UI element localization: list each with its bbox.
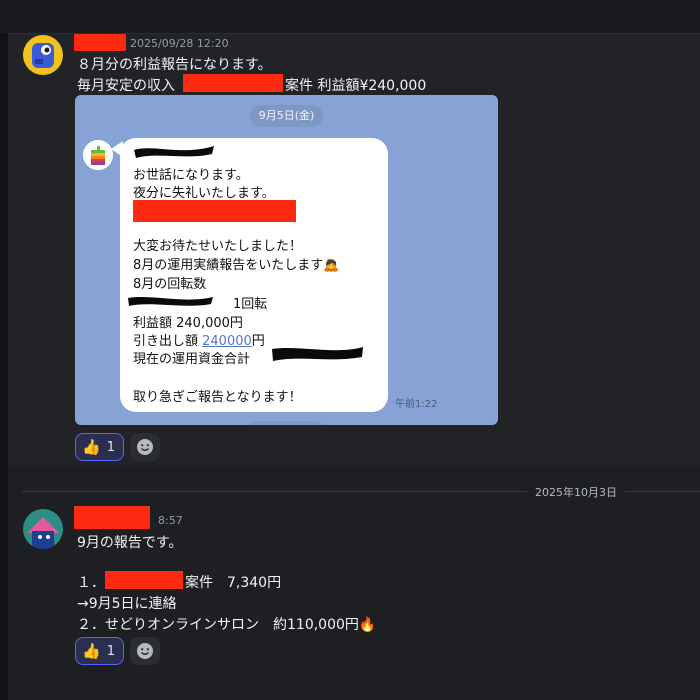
reaction-thumbs-up[interactable]: 👍 1 <box>75 433 124 461</box>
thumbs-up-icon: 👍 <box>82 438 101 456</box>
bubble-text: 大変お待たせいたしました！ <box>133 239 303 254</box>
bubble-time: 午前1:22 <box>395 399 438 410</box>
redacted-text <box>133 200 296 222</box>
redacted-username <box>74 506 150 529</box>
bubble-text-part: 円 <box>251 334 265 349</box>
message-timestamp: 2025/09/28 12:20 <box>130 37 229 50</box>
chat-date-pill-partial <box>250 421 323 425</box>
redacted-text <box>105 571 183 589</box>
bubble-text: 取り急ぎご報告となります！ <box>133 390 302 405</box>
bubble-text: 8月の運用実績報告をいたします🙇 <box>133 258 340 273</box>
chat-date-pill: 9月5日(金) <box>250 105 323 127</box>
message-text-line: １． <box>77 575 105 591</box>
user-avatar[interactable] <box>23 509 63 549</box>
user-avatar[interactable] <box>23 35 63 75</box>
add-reaction-button[interactable] <box>130 433 160 461</box>
message-text-line: 案件 利益額¥240,000 <box>285 78 427 94</box>
message-timestamp: 8:57 <box>158 514 183 527</box>
redacted-text <box>183 74 283 92</box>
message-text-line: ２．せどりオンラインサロン 約110,000円🔥 <box>77 617 377 633</box>
bubble-text: お世話になります。 <box>133 168 249 183</box>
redaction-scribble <box>134 146 214 158</box>
attached-image[interactable]: 9月5日(金) お世話になります。 夜分に失礼いたします。 大変お待たせいたしま… <box>75 95 498 425</box>
thumbs-up-icon: 👍 <box>82 642 101 660</box>
redaction-scribble <box>272 347 363 361</box>
bubble-text: 8月の回転数 <box>133 277 207 292</box>
message-text-line: →9月5日に連絡 <box>77 596 177 612</box>
reaction-count: 1 <box>106 643 115 659</box>
left-gutter <box>0 33 8 700</box>
bubble-text: 夜分に失礼いたします。 <box>133 186 275 201</box>
emoji-smile-icon <box>137 643 153 659</box>
date-divider-line <box>625 491 700 492</box>
bubble-text: 引き出し額 240000円 <box>133 330 265 349</box>
emoji-smile-icon <box>137 439 153 455</box>
message-text-line: ８月分の利益報告になります。 <box>77 57 272 73</box>
bubble-text: 現在の運用資金合計 <box>133 352 251 367</box>
add-reaction-button[interactable] <box>130 637 160 665</box>
redacted-username <box>74 34 126 51</box>
sender-avatar <box>83 140 113 170</box>
message-text-line: 9月の報告です。 <box>77 535 183 551</box>
reaction-count: 1 <box>106 439 115 455</box>
bubble-text: 利益額 240,000円 <box>133 316 243 331</box>
top-bar <box>0 0 700 34</box>
bubble-text-part: 引き出し額 <box>133 334 203 349</box>
chat-bubble: お世話になります。 夜分に失礼いたします。 大変お待たせいたしました！ 8月の運… <box>120 138 388 412</box>
message-text-line: 毎月安定の収入 <box>77 78 175 94</box>
redaction-scribble <box>128 297 213 306</box>
bubble-text: 1回転 <box>233 297 268 312</box>
message-text-line: 案件 7,340円 <box>185 575 282 591</box>
reaction-thumbs-up[interactable]: 👍 1 <box>75 637 124 665</box>
date-divider-label: 2025年10月3日 <box>535 486 617 499</box>
date-divider-line <box>22 491 527 492</box>
amount-link[interactable]: 240000 <box>202 334 252 349</box>
